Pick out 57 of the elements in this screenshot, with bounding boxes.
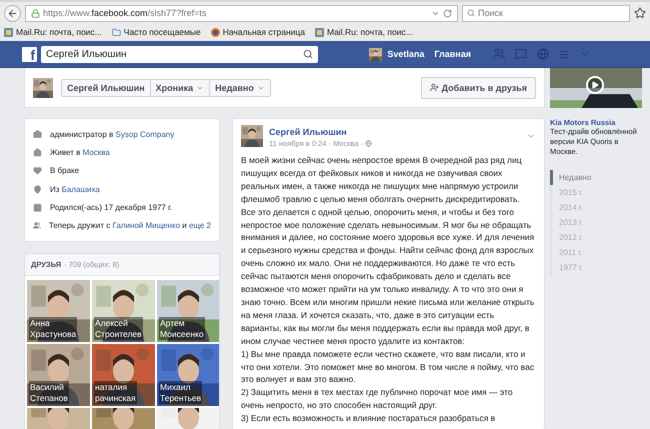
site-favicon-icon xyxy=(4,28,13,36)
post-text: 2) Защитить меня в тех местах где публично порочат мое имя — это очень непросто, но это способен настоящий друг. xyxy=(241,386,514,412)
intro-text: Родился(-ась) 17 декабря 1977 г. xyxy=(50,202,172,212)
profile-link[interactable]: Svetlana xyxy=(369,48,424,60)
add-friend-button[interactable]: Добавить в друзья xyxy=(420,76,536,98)
back-button[interactable] xyxy=(4,4,21,22)
intro-text: Теперь дружит с Галиной Мищенко и еще 2 xyxy=(48,221,211,230)
home-icon xyxy=(33,148,42,157)
place-icon xyxy=(33,184,42,194)
back-arrow-icon xyxy=(7,8,18,18)
browser-globe-icon xyxy=(210,28,220,36)
reload-icon[interactable] xyxy=(443,8,452,18)
post-text: 3) Если есть возможность и влияние постараться разобраться в xyxy=(241,412,496,426)
bookmark-link[interactable]: Mail.Ru: почта, поис... xyxy=(4,27,102,37)
post-author[interactable]: Сергей Ильюшин xyxy=(269,127,372,137)
search-icon[interactable] xyxy=(303,49,313,59)
friend-name[interactable]: наталия рачинская xyxy=(94,381,137,404)
work-icon xyxy=(33,130,42,139)
intro-link[interactable]: Балашиха xyxy=(62,184,100,194)
intro-link[interactable]: Галиной Мищенко xyxy=(112,221,180,230)
url-text: https://www.facebook.com/slsh77?fref=ts xyxy=(43,8,208,18)
post-text: В моей жизни сейчас очень непростое время В очередной раз ряд лиц пишущих всегда от фейковых ников и никогда не озвучивая своих реальных имен, а также никогда не пишущих мне напрямую устроили флешмоб травлю с целью меня оболгать очернить дискредитировать. Все это делается с одной целью, опорочить меня, и чтобы и без того непростое мое положение сделать невыносимым. Я мог бы не обращать внимания и далее, но состояние моего здоровья все хуже. И для лечения и серьезного нужны средства и фонды. Найти сейчас фонд для взрослых очень сложно их мало. Они не поддерживаются. Но даже те что есть сейчас пытаются меня опорочить сфабриковать дело и сделать все возможное что может прийти на ум только инвалиду. А то что это они я знаю точно. Всем или многим пришли некие письма или желание открыть на меня глаза. И хочется сказать, что, даже в это ситуации есть варианты, как вы могли бы меня поддержать если вы правда мой друг, в ином случае честнее меня просто удалите из контактов: xyxy=(241,154,536,348)
intro-text: В браке xyxy=(50,166,80,176)
intro-text: администратор в Sysop Company xyxy=(50,130,174,139)
person-plus-icon xyxy=(430,83,439,92)
lock-icon xyxy=(31,8,40,18)
home-link[interactable]: Главная xyxy=(434,49,471,59)
profile-tab[interactable]: Недавно xyxy=(209,80,270,96)
profile-tab[interactable]: Сергей Ильюшин xyxy=(62,80,150,96)
friend-name[interactable]: Анна Храстунова xyxy=(29,317,78,340)
globe-icon xyxy=(365,140,372,147)
friend-name[interactable]: Артем Моисеенко xyxy=(159,317,205,340)
facebook-logo[interactable]: f xyxy=(22,46,37,62)
friend-name[interactable]: Михаил Терентьев xyxy=(159,381,202,404)
post-text: 1) Вы мне правда поможете если честно скажете, что вам писали, кто и что они хотели. Это поможет мне во многом. В том числе я пойму, что вас это волнует и вам это важно. xyxy=(241,348,536,386)
profile-tab[interactable]: Хроника xyxy=(150,80,210,96)
browser-search-field[interactable]: Поиск xyxy=(462,4,630,22)
bookmark-link[interactable]: Mail.Ru: почта, поис... xyxy=(315,27,413,37)
facebook-search-field[interactable]: Сергей Ильюшин xyxy=(41,46,318,62)
play-icon[interactable] xyxy=(586,76,604,94)
address-bar[interactable]: https://www.facebook.com/slsh77?fref=ts xyxy=(25,4,458,22)
intro-text: Из Балашиха xyxy=(50,184,100,194)
bookmark-star-icon[interactable] xyxy=(634,7,646,19)
intro-text: Живет в Москва xyxy=(50,148,110,157)
search-icon xyxy=(467,9,475,17)
bookmark-link[interactable]: Часто посещаемые xyxy=(112,27,201,37)
relationship-icon xyxy=(33,166,42,176)
intro-link[interactable]: еще 2 xyxy=(188,221,211,230)
bookmark-link[interactable]: Начальная страница xyxy=(210,27,305,37)
site-favicon-icon xyxy=(315,28,324,36)
folder-icon xyxy=(112,28,121,36)
friend-name[interactable]: Алексей Строителев xyxy=(94,317,143,340)
intro-link[interactable]: Москва xyxy=(82,148,110,157)
friends-icon xyxy=(33,221,41,230)
birthday-icon xyxy=(33,202,42,212)
intro-link[interactable]: Sysop Company xyxy=(116,130,174,139)
friend-name[interactable]: Василий Степанов xyxy=(29,381,69,404)
